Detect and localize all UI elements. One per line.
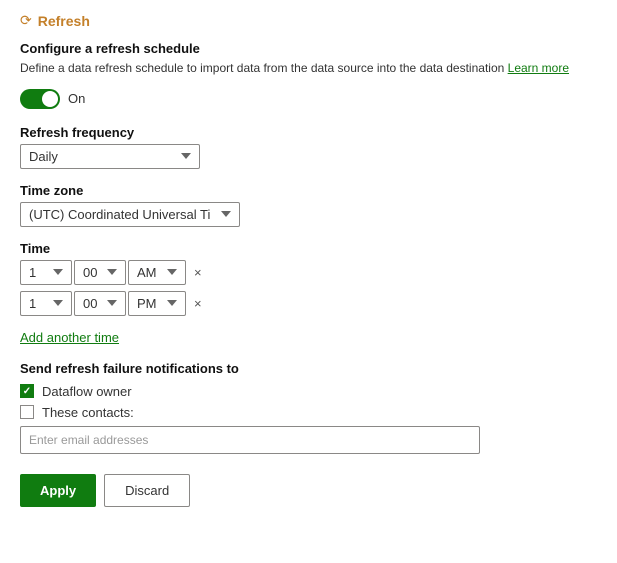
configure-section-title: Configure a refresh schedule: [20, 41, 597, 56]
page-header: ⟳ Refresh: [20, 12, 597, 29]
learn-more-link[interactable]: Learn more: [508, 61, 569, 75]
time-zone-select[interactable]: (UTC) Coordinated Universal Time (UTC-05…: [20, 202, 240, 227]
time1-minute-select[interactable]: 00153045: [74, 260, 126, 285]
discard-button[interactable]: Discard: [104, 474, 190, 507]
time-zone-group: Time zone (UTC) Coordinated Universal Ti…: [20, 183, 597, 227]
time1-ampm-select[interactable]: AMPM: [128, 260, 186, 285]
add-another-time-link[interactable]: Add another time: [20, 330, 119, 345]
notification-title: Send refresh failure notifications to: [20, 361, 597, 376]
time1-remove-button[interactable]: ×: [190, 263, 206, 282]
notification-section: Send refresh failure notifications to Da…: [20, 361, 597, 454]
apply-button[interactable]: Apply: [20, 474, 96, 507]
dataflow-owner-label: Dataflow owner: [42, 384, 132, 399]
toggle-row: On: [20, 89, 597, 109]
dataflow-owner-row: Dataflow owner: [20, 384, 597, 399]
time-row-1: 1234 5678 9101112 00153045 AMPM ×: [20, 260, 597, 285]
time2-remove-button[interactable]: ×: [190, 294, 206, 313]
time2-ampm-select[interactable]: AMPM: [128, 291, 186, 316]
refresh-frequency-label: Refresh frequency: [20, 125, 597, 140]
time-label: Time: [20, 241, 597, 256]
time-row-2: 1234 5678 9101112 00153045 AMPM ×: [20, 291, 597, 316]
email-input[interactable]: [20, 426, 480, 454]
time2-hour-select[interactable]: 1234 5678 9101112: [20, 291, 72, 316]
time1-hour-select[interactable]: 1234 5678 9101112: [20, 260, 72, 285]
these-contacts-label: These contacts:: [42, 405, 134, 420]
refresh-frequency-group: Refresh frequency Daily Weekly Monthly: [20, 125, 597, 169]
refresh-frequency-select[interactable]: Daily Weekly Monthly: [20, 144, 200, 169]
these-contacts-row: These contacts:: [20, 405, 597, 420]
these-contacts-checkbox[interactable]: [20, 405, 34, 419]
refresh-icon: ⟳: [20, 12, 32, 29]
configure-description: Define a data refresh schedule to import…: [20, 60, 597, 77]
toggle-label: On: [68, 91, 85, 106]
dataflow-owner-checkbox[interactable]: [20, 384, 34, 398]
page-title: Refresh: [38, 13, 90, 29]
time-zone-label: Time zone: [20, 183, 597, 198]
time2-minute-select[interactable]: 00153045: [74, 291, 126, 316]
refresh-toggle[interactable]: [20, 89, 60, 109]
button-row: Apply Discard: [20, 474, 597, 507]
time-field-group: Time 1234 5678 9101112 00153045 AMPM × 1…: [20, 241, 597, 316]
